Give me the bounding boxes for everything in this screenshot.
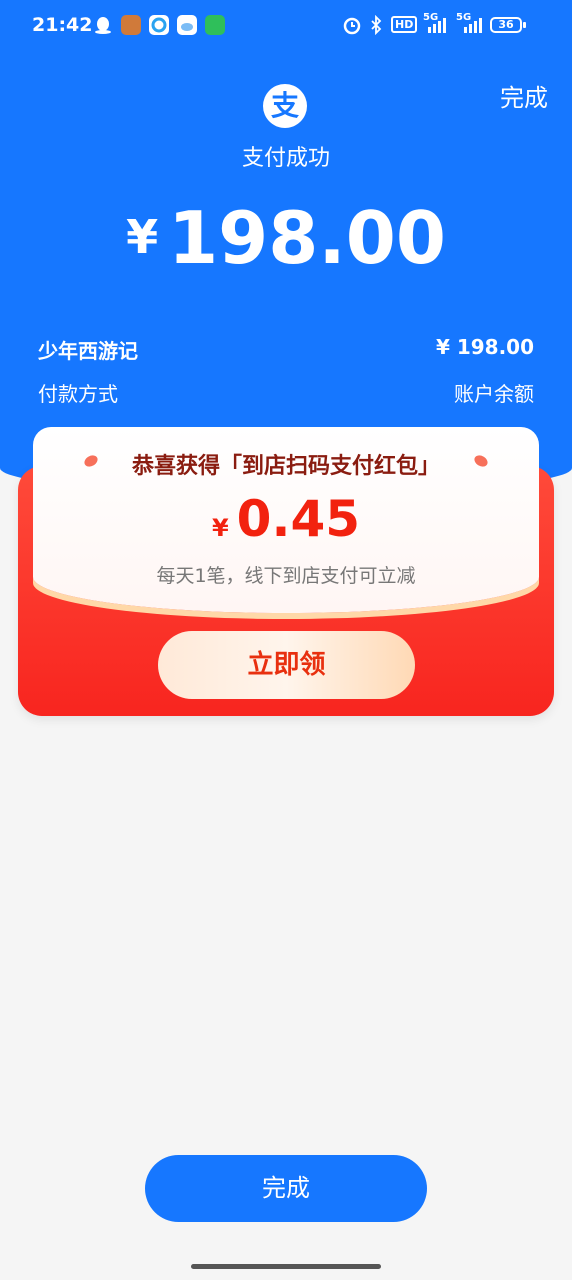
status-bar: 21:42 HD 5G 5G 36: [0, 0, 572, 52]
payment-amount: ¥198.00: [0, 196, 572, 280]
qq-icon: [93, 15, 113, 35]
alipay-logo-icon: 支: [263, 84, 307, 128]
game-avatar-icon: [121, 15, 141, 35]
status-time: 21:42: [32, 14, 93, 36]
browser-icon: [149, 15, 169, 35]
red-packet-value: 0.45: [236, 490, 361, 548]
merchant-amount: ¥ 198.00: [435, 335, 534, 359]
payment-method-label: 付款方式: [38, 382, 118, 406]
done-button-bottom[interactable]: 完成: [145, 1155, 427, 1222]
alarm-icon: [342, 15, 362, 35]
payment-status-title: 支付成功: [241, 146, 330, 171]
red-packet-amount: ¥0.45: [0, 490, 572, 548]
merchant-name: 少年西游记: [38, 339, 138, 363]
battery-tip: [523, 22, 526, 28]
bluetooth-icon: [366, 14, 386, 36]
red-packet-description: 每天1笔，线下到店支付可立减: [156, 565, 416, 587]
battery-icon: 36: [490, 17, 522, 33]
amount-value: 198.00: [168, 196, 446, 280]
message-icon: [205, 15, 225, 35]
signal-icon: [462, 15, 482, 35]
claim-button[interactable]: 立即领: [158, 631, 415, 699]
red-packet-title: 恭喜获得「到店扫码支付红包」: [131, 454, 440, 479]
done-button-top[interactable]: 完成: [500, 78, 548, 113]
hd-icon: HD: [391, 16, 418, 33]
signal-icon: [426, 15, 446, 35]
red-packet-currency: ¥: [211, 514, 229, 542]
currency-symbol: ¥: [126, 210, 159, 264]
home-indicator[interactable]: [191, 1264, 381, 1269]
weather-icon: [177, 15, 197, 35]
payment-method-value: 账户余额: [454, 382, 534, 406]
